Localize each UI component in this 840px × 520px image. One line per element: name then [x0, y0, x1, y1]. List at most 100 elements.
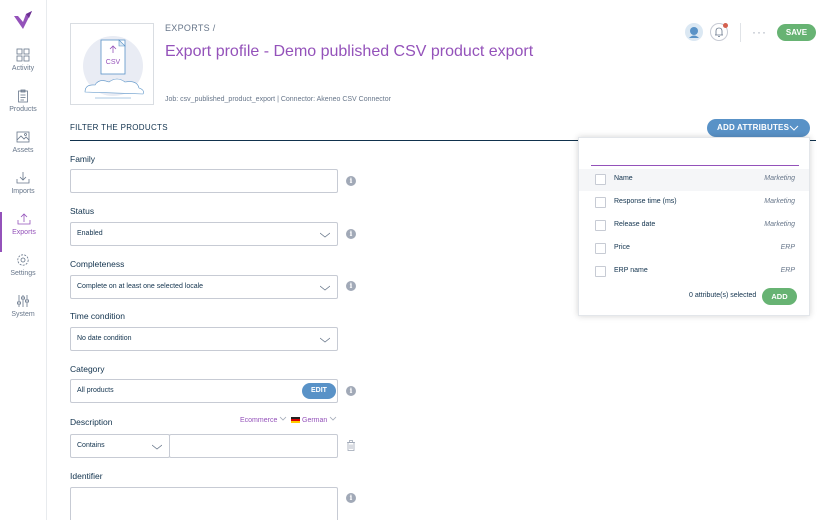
save-button[interactable]: SAVE: [777, 24, 816, 41]
nav-item-products[interactable]: Products: [0, 89, 46, 129]
csv-file-icon: CSV: [83, 36, 144, 99]
import-icon: [16, 172, 30, 184]
nav-label: System: [11, 311, 35, 318]
clipboard-icon: [18, 89, 28, 103]
status-value: Enabled: [77, 230, 103, 237]
attribute-group: Marketing: [764, 175, 795, 182]
description-input[interactable]: [169, 434, 338, 458]
description-operator-select[interactable]: Contains: [70, 434, 170, 458]
main-sidebar: Activity Products Assets Imports Exports…: [0, 0, 47, 520]
attribute-option[interactable]: Name Marketing: [579, 169, 809, 191]
category-edit-button[interactable]: EDIT: [302, 383, 336, 399]
info-icon[interactable]: i: [346, 176, 356, 186]
description-label: Description: [70, 417, 113, 427]
category-value: All products: [77, 387, 114, 394]
scope-switcher[interactable]: Ecommerce: [240, 416, 287, 424]
attribute-group: Marketing: [764, 221, 795, 228]
nav-item-settings[interactable]: Settings: [0, 253, 46, 293]
chevron-down-icon: [280, 416, 287, 421]
checkbox[interactable]: [595, 243, 606, 254]
completeness-value: Complete on at least one selected locale: [77, 283, 204, 290]
chevron-down-icon: [320, 285, 330, 291]
completeness-label: Completeness: [70, 259, 125, 269]
nav-item-assets[interactable]: Assets: [0, 130, 46, 170]
add-attributes-button[interactable]: ADD ATTRIBUTES: [707, 119, 810, 137]
user-avatar-icon: [689, 27, 699, 38]
category-field: All products EDIT: [70, 379, 338, 403]
status-label: Status: [70, 206, 95, 216]
attribute-name: Release date: [614, 221, 656, 228]
attribute-option[interactable]: Price ERP: [579, 238, 809, 260]
thumbnail-label: CSV: [106, 59, 121, 66]
notifications-button[interactable]: [710, 23, 728, 41]
operator-value: Contains: [77, 442, 105, 449]
nav-label: Assets: [12, 147, 34, 154]
header-divider: [740, 23, 741, 42]
chevron-down-icon: [320, 337, 330, 343]
attribute-option[interactable]: ERP name ERP: [579, 261, 809, 283]
breadcrumb[interactable]: EXPORTS /: [165, 23, 216, 33]
attribute-selector-panel: Name Marketing Response time (ms) Market…: [578, 137, 810, 316]
add-attributes-label: ADD ATTRIBUTES: [717, 123, 790, 132]
time-condition-value: No date condition: [77, 335, 132, 342]
info-icon[interactable]: i: [346, 229, 356, 239]
selected-count: 0 attribute(s) selected: [689, 292, 757, 299]
chevron-down-icon: [329, 416, 337, 421]
nav-label: Settings: [10, 270, 36, 277]
export-icon: [17, 213, 31, 225]
attribute-name: Name: [614, 175, 633, 182]
chevron-down-icon: [789, 125, 799, 131]
category-label: Category: [70, 364, 105, 374]
family-label: Family: [70, 154, 96, 164]
chevron-down-icon: [152, 444, 162, 450]
sliders-icon: [17, 295, 29, 307]
info-icon[interactable]: i: [346, 281, 356, 291]
locale-switcher[interactable]: German: [291, 416, 337, 424]
attribute-group: ERP: [780, 267, 795, 274]
attribute-search-input[interactable]: [591, 150, 799, 166]
add-attributes-confirm-button[interactable]: ADD: [762, 288, 797, 305]
attribute-group: Marketing: [764, 198, 795, 205]
attribute-name: Price: [614, 244, 630, 251]
page-title: Export profile - Demo published CSV prod…: [165, 43, 534, 60]
gear-icon: [17, 254, 29, 266]
nav-item-imports[interactable]: Imports: [0, 171, 46, 211]
nav-item-exports[interactable]: Exports: [0, 212, 46, 252]
trash-icon[interactable]: [346, 440, 356, 451]
nav-label: Products: [9, 106, 37, 113]
nav-label: Imports: [11, 188, 35, 195]
info-icon[interactable]: i: [346, 386, 356, 396]
job-meta: Job: csv_published_product_export | Conn…: [165, 96, 391, 103]
checkbox[interactable]: [595, 266, 606, 277]
scope-value: Ecommerce: [240, 417, 278, 424]
image-icon: [16, 131, 30, 143]
identifier-label: Identifier: [70, 471, 103, 481]
time-condition-select[interactable]: No date condition: [70, 327, 338, 351]
chevron-down-icon: [320, 232, 330, 238]
nav-item-activity[interactable]: Activity: [0, 48, 46, 88]
akeneo-logo-icon[interactable]: [12, 10, 34, 30]
completeness-select[interactable]: Complete on at least one selected locale: [70, 275, 338, 299]
nav-label: Exports: [12, 229, 36, 236]
time-condition-label: Time condition: [70, 311, 125, 321]
status-select[interactable]: Enabled: [70, 222, 338, 246]
attribute-option[interactable]: Release date Marketing: [579, 215, 809, 237]
info-icon[interactable]: i: [346, 493, 356, 503]
more-options-button[interactable]: ···: [752, 25, 767, 39]
dashboard-icon: [16, 48, 30, 62]
family-input[interactable]: [70, 169, 338, 193]
attribute-option[interactable]: Response time (ms) Marketing: [579, 192, 809, 214]
identifier-input[interactable]: [70, 487, 338, 520]
attribute-name: Response time (ms): [614, 198, 677, 205]
user-avatar[interactable]: [685, 23, 703, 41]
filter-section-title: FILTER THE PRODUCTS: [70, 123, 168, 132]
attribute-group: ERP: [780, 244, 795, 251]
notification-dot: [723, 23, 728, 28]
checkbox[interactable]: [595, 174, 606, 185]
checkbox[interactable]: [595, 220, 606, 231]
export-thumbnail: CSV: [70, 23, 154, 105]
nav-item-system[interactable]: System: [0, 294, 46, 334]
locale-value: German: [302, 417, 328, 424]
checkbox[interactable]: [595, 197, 606, 208]
nav-label: Activity: [11, 65, 35, 72]
